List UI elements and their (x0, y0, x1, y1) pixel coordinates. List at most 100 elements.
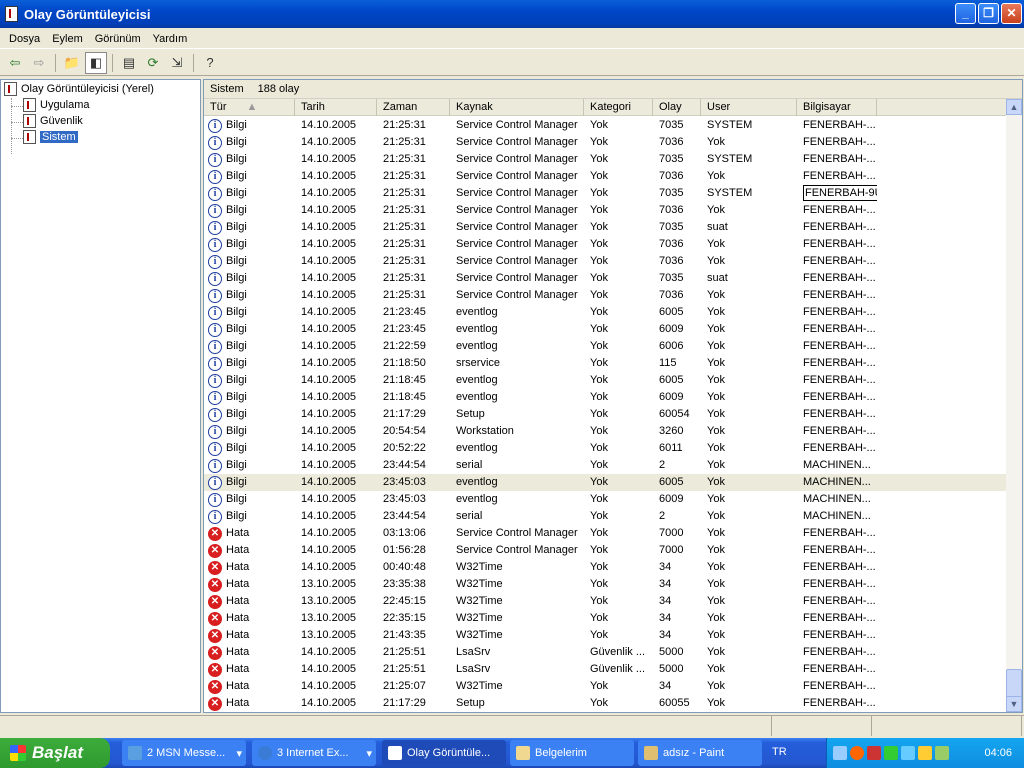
table-row[interactable]: ✕ Hata 13.10.2005 23:35:38 W32Time Yok 34 Yok FE… (204, 576, 1006, 593)
cell-text: Yok (590, 187, 608, 199)
table-row[interactable]: i Bilgi 14.10.2005 21:17:29 Setup Yok 60054 Yok… (204, 406, 1006, 423)
volume-icon[interactable] (918, 746, 932, 760)
toolbar: ⇦ ⇨ 📁 ◧ ▤ ⟳ ⇲ ? (0, 50, 1024, 76)
forward-arrow-icon[interactable]: ⇨ (28, 52, 50, 74)
tray-app-icon[interactable] (935, 746, 949, 760)
cell-tur: i Bilgi (204, 134, 295, 151)
scroll-up-icon[interactable]: ▲ (1006, 99, 1022, 115)
cell-text: 6005 (659, 374, 684, 386)
close-button[interactable]: ✕ (1001, 3, 1022, 24)
table-row[interactable]: ✕ Hata 13.10.2005 22:35:15 W32Time Yok 34 Yok FE… (204, 610, 1006, 627)
column-header-tur[interactable]: Tür ▲ (204, 99, 295, 116)
up-folder-icon[interactable]: 📁 (61, 52, 83, 74)
help-icon[interactable]: ? (199, 52, 221, 74)
table-row[interactable]: i Bilgi 14.10.2005 21:25:31 Service Control … (204, 134, 1006, 151)
security-icon[interactable] (867, 746, 881, 760)
table-row[interactable]: i Bilgi 14.10.2005 21:22:59 eventlog Yok 6006 Y… (204, 338, 1006, 355)
tree-item-guvenlik[interactable]: Güvenlik (23, 113, 83, 129)
properties-icon[interactable]: ▤ (118, 52, 140, 74)
column-header-olay[interactable]: Olay (653, 99, 701, 116)
table-row[interactable]: i Bilgi 14.10.2005 21:25:31 Service Control … (204, 236, 1006, 253)
table-row[interactable]: ✕ Hata 14.10.2005 00:40:48 W32Time Yok 34 Yok FE… (204, 559, 1006, 576)
task-paint[interactable]: adsız - Paint (638, 740, 762, 766)
table-row[interactable]: ✕ Hata 14.10.2005 21:17:29 Setup Yok 60055 Yok F… (204, 695, 1006, 712)
type-label: Bilgi (226, 289, 247, 301)
menu-yardim[interactable]: Yardım (147, 33, 194, 45)
table-row[interactable]: i Bilgi 14.10.2005 23:44:54 serial Yok 2 Yok MAC… (204, 508, 1006, 525)
cell-text: FENERBAH-... (803, 119, 876, 131)
cell-text: 7036 (659, 255, 684, 267)
tree-root[interactable]: Olay Görüntüleyicisi (Yerel) (4, 81, 154, 97)
table-row[interactable]: i Bilgi 14.10.2005 20:54:54 Workstation Yok 32… (204, 423, 1006, 440)
cell-text: 21:25:31 (383, 255, 426, 267)
table-row[interactable]: ✕ Hata 13.10.2005 21:43:35 W32Time Yok 34 Yok FE… (204, 627, 1006, 644)
column-label: Tür (210, 101, 227, 113)
start-button[interactable]: Başlat (0, 738, 110, 768)
cell-text: 21:25:31 (383, 119, 426, 131)
table-row[interactable]: ✕ Hata 14.10.2005 21:25:51 LsaSrv Güvenlik ..… (204, 661, 1006, 678)
table-row[interactable]: i Bilgi 14.10.2005 23:45:03 eventlog Yok 6009 Y… (204, 491, 1006, 508)
column-header-zaman[interactable]: Zaman (377, 99, 450, 116)
table-row[interactable]: i Bilgi 14.10.2005 23:45:03 eventlog Yok 6005 Y… (204, 474, 1006, 491)
table-row[interactable]: i Bilgi 14.10.2005 21:25:31 Service Control … (204, 219, 1006, 236)
column-header-kategori[interactable]: Kategori (584, 99, 653, 116)
menu-eylem[interactable]: Eylem (46, 33, 89, 45)
back-arrow-icon[interactable]: ⇦ (4, 52, 26, 74)
cell-text: eventlog (456, 374, 498, 386)
column-header-kaynak[interactable]: Kaynak (450, 99, 584, 116)
vertical-scrollbar[interactable]: ▲ ▼ (1006, 99, 1022, 712)
table-row[interactable]: ✕ Hata 14.10.2005 21:25:51 LsaSrv Güvenlik ..… (204, 644, 1006, 661)
table-row[interactable]: i Bilgi 14.10.2005 21:25:31 Service Control … (204, 151, 1006, 168)
task-msn-messenger[interactable]: 2 MSN Messe... ▾ (122, 740, 246, 766)
table-row[interactable]: i Bilgi 14.10.2005 21:18:45 eventlog Yok 6005 Y… (204, 372, 1006, 389)
network-icon[interactable] (833, 746, 847, 760)
language-indicator[interactable]: TR (772, 746, 787, 758)
title-bar[interactable]: Olay Görüntüleyicisi _ ❐ ✕ (0, 0, 1024, 28)
table-row[interactable]: i Bilgi 14.10.2005 21:23:45 eventlog Yok 6005 Y… (204, 304, 1006, 321)
export-list-icon[interactable]: ⇲ (166, 52, 188, 74)
cell-user: Yok (701, 423, 797, 440)
table-row[interactable]: i Bilgi 14.10.2005 21:25:31 Service Control … (204, 270, 1006, 287)
task-event-viewer[interactable]: Olay Görüntüle... (382, 740, 506, 766)
cell-text: Yok (590, 510, 608, 522)
cell-olay: 34 (653, 593, 701, 610)
task-internet-explorer[interactable]: 3 Internet Ex... ▾ (252, 740, 376, 766)
minimize-button[interactable]: _ (955, 3, 976, 24)
table-row[interactable]: i Bilgi 14.10.2005 21:18:45 eventlog Yok 6009 Y… (204, 389, 1006, 406)
cell-text: 6005 (659, 306, 684, 318)
menu-dosya[interactable]: Dosya (3, 33, 46, 45)
table-row[interactable]: ✕ Hata 14.10.2005 21:25:07 W32Time Yok 34 Yok FE… (204, 678, 1006, 695)
tree-item-uygulama[interactable]: Uygulama (23, 97, 90, 113)
scroll-thumb[interactable] (1006, 669, 1022, 697)
table-row[interactable]: ✕ Hata 14.10.2005 03:13:06 Service Control M… (204, 525, 1006, 542)
cell-olay: 3260 (653, 423, 701, 440)
show-hide-tree-icon[interactable]: ◧ (85, 51, 107, 74)
column-header-user[interactable]: User (701, 99, 797, 116)
table-row[interactable]: ✕ Hata 13.10.2005 22:45:15 W32Time Yok 34 Yok FE… (204, 593, 1006, 610)
column-header-tarih[interactable]: Tarih (295, 99, 377, 116)
table-row[interactable]: i Bilgi 14.10.2005 21:25:31 Service Control … (204, 253, 1006, 270)
scroll-down-icon[interactable]: ▼ (1006, 696, 1022, 712)
media-play-icon[interactable] (884, 746, 898, 760)
tree-item-sistem[interactable]: Sistem (23, 129, 78, 145)
column-header-bilgisayar[interactable]: Bilgisayar (797, 99, 877, 116)
table-row[interactable]: i Bilgi 14.10.2005 21:25:31 Service Control … (204, 287, 1006, 304)
cell-user: Yok (701, 542, 797, 559)
table-row[interactable]: i Bilgi 14.10.2005 20:52:22 eventlog Yok 6011 Y… (204, 440, 1006, 457)
table-row[interactable]: i Bilgi 14.10.2005 23:44:54 serial Yok 2 Yok MAC… (204, 457, 1006, 474)
cell-bilgisayar: FENERBAH-... (797, 134, 877, 151)
table-row[interactable]: i Bilgi 14.10.2005 21:25:31 Service Control … (204, 185, 1006, 202)
table-row[interactable]: i Bilgi 14.10.2005 21:18:50 srservice Yok 115 Y… (204, 355, 1006, 372)
table-row[interactable]: i Bilgi 14.10.2005 21:23:45 eventlog Yok 6009 Y… (204, 321, 1006, 338)
cell-zaman: 23:35:38 (377, 576, 450, 593)
restore-button[interactable]: ❐ (978, 3, 999, 24)
msn-tray-icon[interactable] (901, 746, 915, 760)
menu-gorunum[interactable]: Görünüm (89, 33, 147, 45)
refresh-icon[interactable]: ⟳ (142, 52, 164, 74)
table-row[interactable]: i Bilgi 14.10.2005 21:25:31 Service Control … (204, 168, 1006, 185)
table-row[interactable]: ✕ Hata 14.10.2005 01:56:28 Service Control M… (204, 542, 1006, 559)
table-row[interactable]: i Bilgi 14.10.2005 21:25:31 Service Control … (204, 117, 1006, 134)
antivirus-icon[interactable] (850, 746, 864, 760)
table-row[interactable]: i Bilgi 14.10.2005 21:25:31 Service Control … (204, 202, 1006, 219)
task-belgelerim[interactable]: Belgelerim (510, 740, 634, 766)
